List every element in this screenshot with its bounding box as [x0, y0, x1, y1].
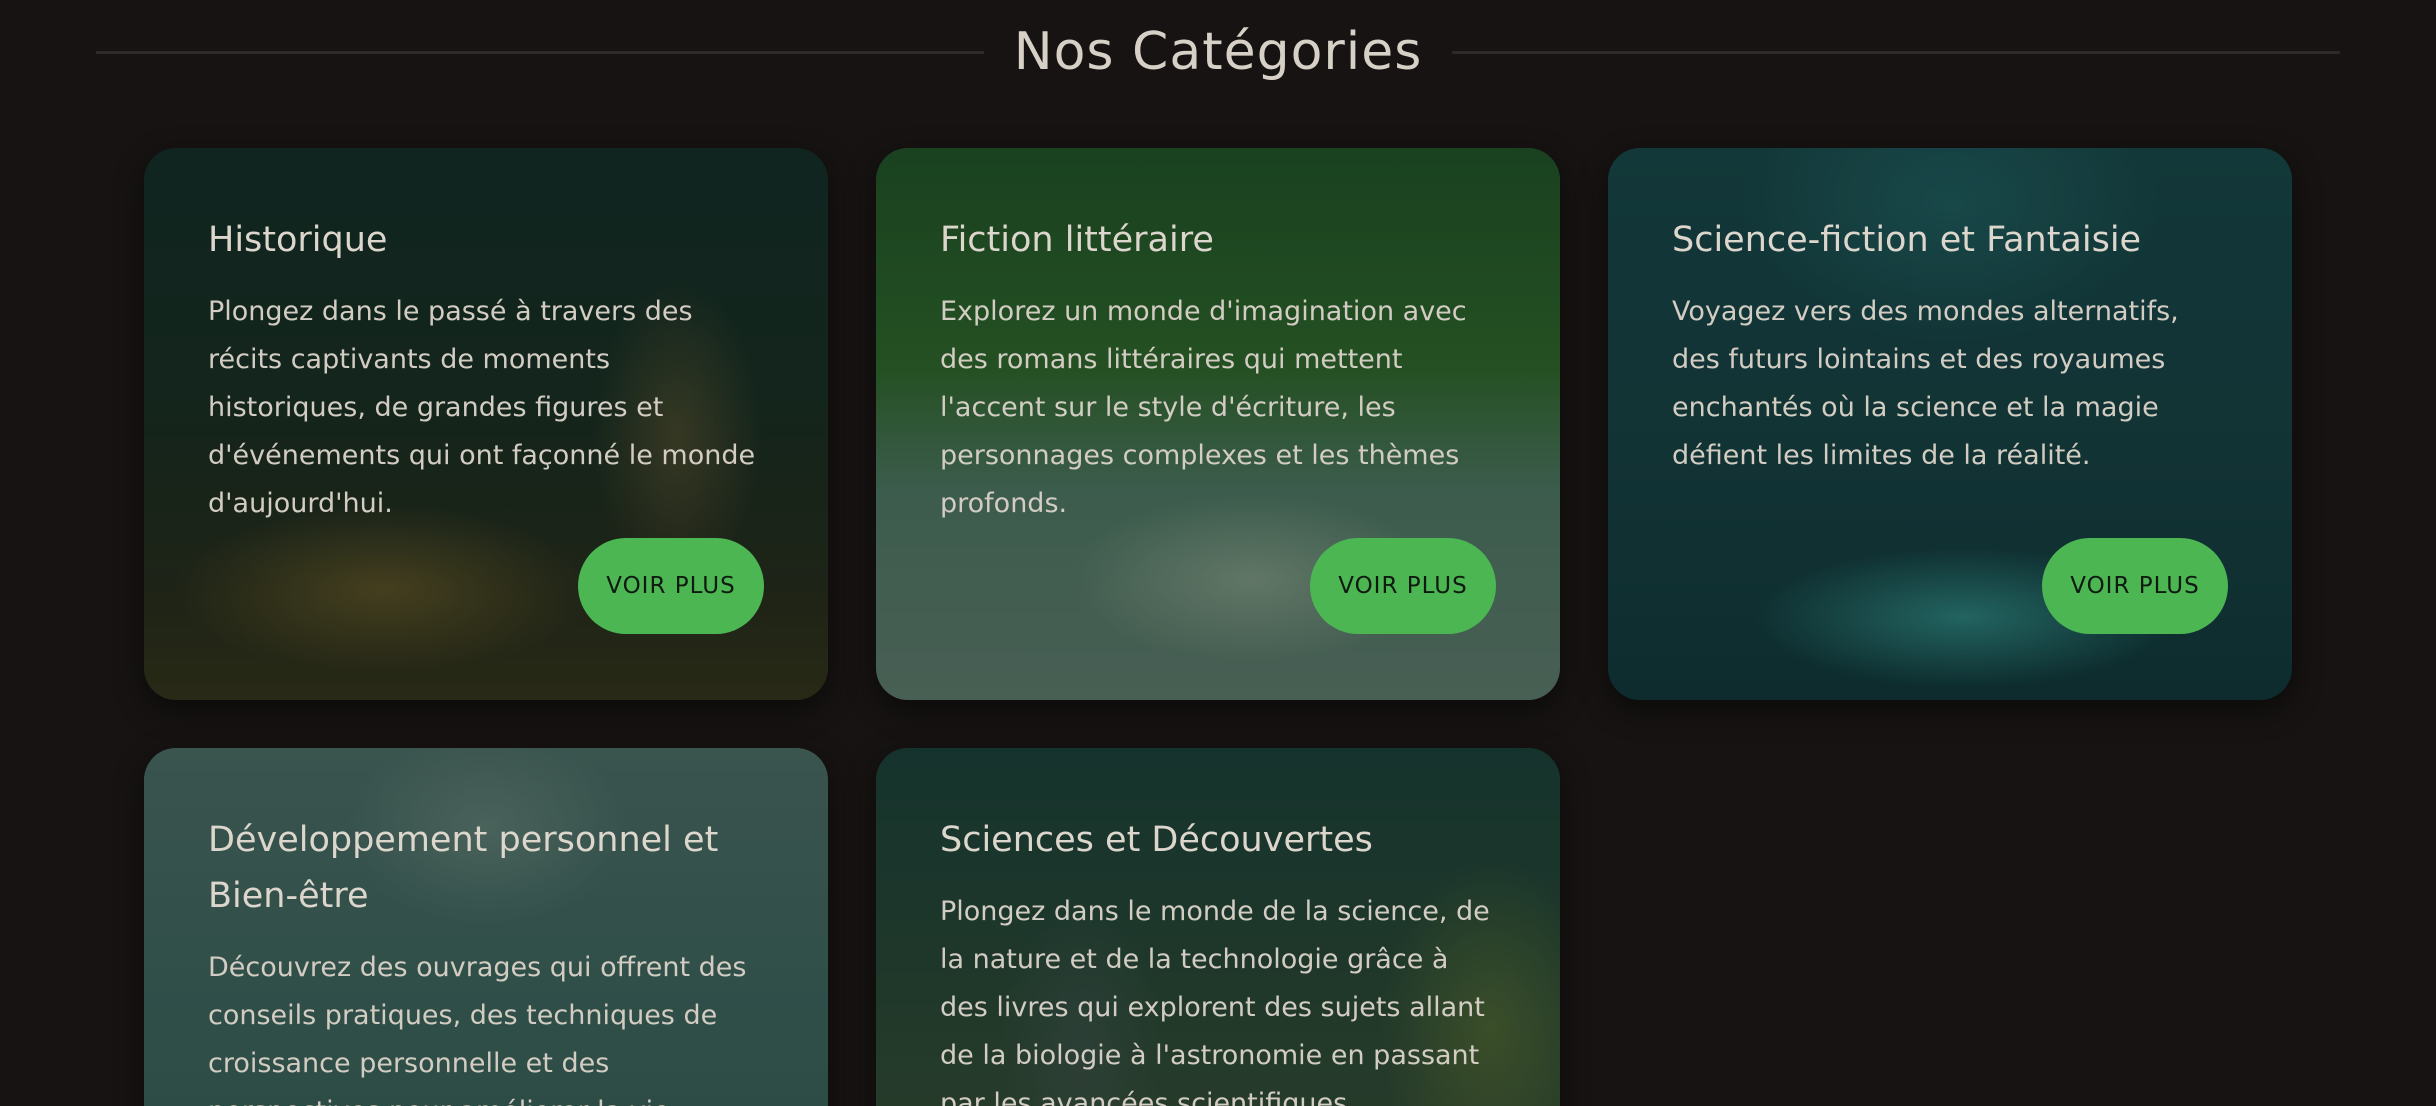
category-card-science-fiction: Science-fiction et Fantaisie Voyagez ver…: [1608, 148, 2292, 700]
card-description: Plongez dans le monde de la science, de …: [940, 896, 1490, 1106]
card-description: Plongez dans le passé à travers des réci…: [208, 296, 756, 519]
voir-plus-button[interactable]: VOIR PLUS: [1310, 538, 1496, 634]
category-card-historique: Historique Plongez dans le passé à trave…: [144, 148, 828, 700]
category-card-developpement: Développement personnel et Bien-être Déc…: [144, 748, 828, 1106]
category-card-fiction: Fiction littéraire Explorez un monde d'i…: [876, 148, 1560, 700]
card-title: Sciences et Découvertes: [940, 820, 1373, 860]
header-divider-left: [96, 50, 984, 54]
card-title: Historique: [208, 220, 388, 260]
voir-plus-button[interactable]: VOIR PLUS: [578, 538, 764, 634]
card-description: Découvrez des ouvrages qui offrent des c…: [208, 952, 747, 1106]
header-divider-right: [1452, 50, 2340, 54]
category-card-sciences: Sciences et Découvertes Plongez dans le …: [876, 748, 1560, 1106]
categories-page: Nos Catégories Historique Plongez dans l…: [0, 0, 2436, 1106]
card-title: Science-fiction et Fantaisie: [1672, 220, 2142, 260]
card-description: Explorez un monde d'imagination avec des…: [940, 296, 1467, 519]
card-title: Fiction littéraire: [940, 220, 1214, 260]
section-title: Nos Catégories: [1013, 22, 1423, 82]
section-header: Nos Catégories: [96, 0, 2340, 104]
voir-plus-button[interactable]: VOIR PLUS: [2042, 538, 2228, 634]
card-description: Voyagez vers des mondes alternatifs, des…: [1672, 296, 2179, 471]
card-title: Développement personnel et Bien-être: [208, 820, 719, 916]
